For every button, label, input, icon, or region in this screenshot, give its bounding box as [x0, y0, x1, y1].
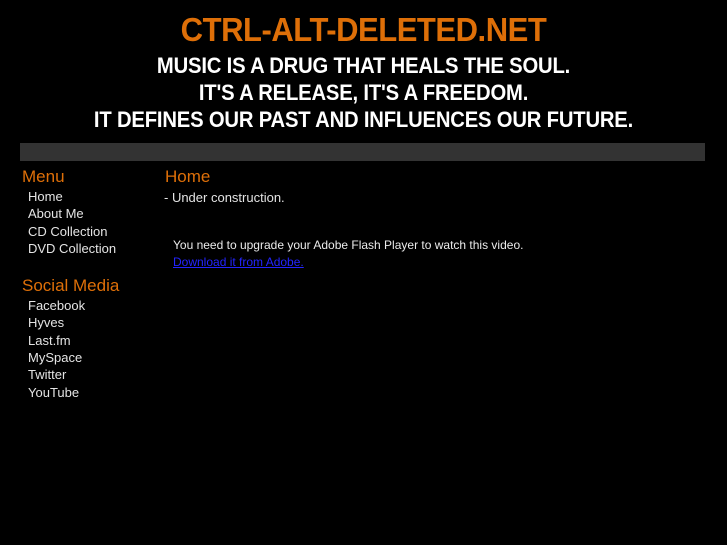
sidebar-item-cd-collection[interactable]: CD Collection [28, 223, 150, 240]
sidebar-heading-menu: Menu [22, 167, 65, 186]
sidebar-social-list: Facebook Hyves Last.fm MySpace Twitter Y… [22, 297, 150, 401]
list-item: Twitter [28, 366, 150, 383]
flash-download-link[interactable]: Download it from Adobe. [173, 255, 304, 270]
tagline-line-2: IT'S A RELEASE, IT'S A FREEDOM. [198, 80, 529, 105]
list-item: MySpace [28, 349, 150, 366]
sidebar-item-about-me[interactable]: About Me [28, 205, 150, 222]
list-item: Last.fm [28, 332, 150, 349]
page-title: Home [165, 167, 211, 186]
site-banner: CTRL-ALT-DELETED.NET MUSIC IS A DRUG THA… [0, 0, 727, 133]
sidebar-item-myspace[interactable]: MySpace [28, 349, 150, 366]
tagline-line-1: MUSIC IS A DRUG THAT HEALS THE SOUL. [156, 53, 571, 78]
list-item: DVD Collection [28, 240, 150, 257]
main-content: Home - Under construction. You need to u… [160, 161, 705, 271]
sidebar-heading-social-media: Social Media [22, 276, 120, 296]
sidebar-menu-list: Home About Me CD Collection DVD Collecti… [22, 188, 150, 257]
sidebar-item-twitter[interactable]: Twitter [28, 366, 150, 383]
list-item: Hyves [28, 314, 150, 331]
tagline-line-3: IT DEFINES OUR PAST AND INFLUENCES OUR F… [93, 107, 634, 132]
list-item: YouTube [28, 384, 150, 401]
flash-upgrade-message: You need to upgrade your Adobe Flash Pla… [173, 238, 524, 252]
sidebar-item-dvd-collection[interactable]: DVD Collection [28, 240, 150, 257]
list-item: About Me [28, 205, 150, 222]
sidebar-item-lastfm[interactable]: Last.fm [28, 332, 150, 349]
site-title: CTRL-ALT-DELETED.NET [180, 11, 547, 48]
list-item: Facebook [28, 297, 150, 314]
sidebar-item-hyves[interactable]: Hyves [28, 314, 150, 331]
list-item: CD Collection [28, 223, 150, 240]
flash-player-notice: You need to upgrade your Adobe Flash Pla… [173, 238, 553, 271]
list-item: Home [28, 188, 150, 205]
page-body: Menu Home About Me CD Collection DVD Col… [0, 161, 727, 536]
page-subtitle: - Under construction. [164, 190, 285, 205]
sidebar: Menu Home About Me CD Collection DVD Col… [0, 161, 150, 401]
sidebar-item-facebook[interactable]: Facebook [28, 297, 150, 314]
topbar[interactable] [20, 143, 705, 161]
sidebar-item-youtube[interactable]: YouTube [28, 384, 150, 401]
sidebar-item-home[interactable]: Home [28, 188, 150, 205]
topbar-container [0, 143, 727, 161]
